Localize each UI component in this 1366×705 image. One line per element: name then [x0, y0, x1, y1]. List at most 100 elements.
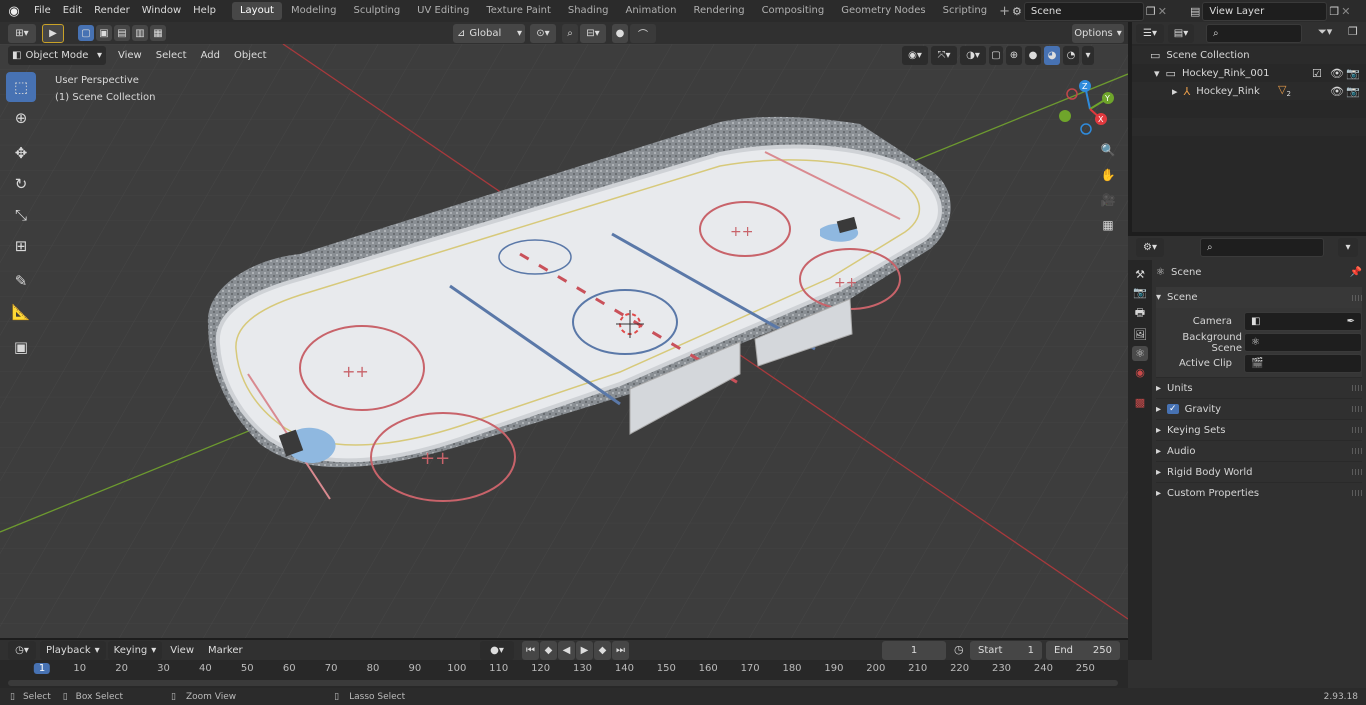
tab-layout[interactable]: Layout: [231, 2, 282, 20]
perspective-toggle-icon[interactable]: ▦: [1097, 215, 1119, 235]
add-workspace-button[interactable]: +: [999, 4, 1010, 19]
tab-geometry-nodes[interactable]: Geometry Nodes: [833, 2, 933, 20]
jump-start-icon[interactable]: ⏮: [522, 641, 539, 660]
eye-icon[interactable]: 👁: [1330, 67, 1344, 80]
subpanel-units[interactable]: ▸ Units: [1156, 377, 1362, 398]
xray-icon[interactable]: ▢: [989, 46, 1003, 65]
timeline-menu-playback[interactable]: Playback ▾: [40, 641, 106, 660]
scale-tool-icon[interactable]: ⤡: [6, 200, 36, 230]
transform-orientation-dropdown[interactable]: ⊿ Global ▾: [453, 24, 525, 43]
timeline-menu-marker[interactable]: Marker: [202, 641, 249, 660]
remove-scene-icon[interactable]: ✕: [1158, 5, 1167, 18]
subpanel-keying-sets[interactable]: ▸ Keying Sets: [1156, 419, 1362, 440]
tab-uv-editing[interactable]: UV Editing: [409, 2, 477, 20]
object-mode-dropdown[interactable]: ◧ Object Mode ▾: [8, 46, 106, 65]
current-frame-field[interactable]: 1: [882, 641, 946, 660]
frame-ruler[interactable]: 1 10 20 30 40 50 60 70 80 90 100 110 120 130 140 150 160…: [0, 660, 1128, 678]
scene-panel-header[interactable]: ▾ Scene: [1156, 287, 1362, 308]
timeline-editor-icon[interactable]: ◷▾: [8, 641, 36, 660]
scene-tab-icon[interactable]: ⚛: [1132, 346, 1148, 361]
viewport-menu-object[interactable]: Object: [228, 46, 273, 65]
timeline-menu-keying[interactable]: Keying ▾: [107, 641, 163, 660]
falloff-icon[interactable]: ⌒: [630, 24, 656, 43]
background-scene-field[interactable]: ⚛: [1244, 333, 1362, 352]
timeline-scrollbar[interactable]: [8, 680, 1118, 686]
camera-view-icon[interactable]: 🎥: [1097, 190, 1119, 210]
extend-selection-icon[interactable]: ▣: [96, 25, 112, 41]
auto-key-icon[interactable]: ●▾: [480, 641, 514, 660]
proportional-edit-icon[interactable]: ●: [612, 24, 628, 43]
tab-scripting[interactable]: Scripting: [935, 2, 995, 20]
3d-viewport[interactable]: ++ ++ ++ ++ User Perspective (1) Scene C…: [0, 44, 1128, 638]
world-tab-icon[interactable]: ◉: [1135, 366, 1145, 379]
pin-icon[interactable]: 📌: [1350, 267, 1362, 278]
outliner-row-hockey-rink[interactable]: ▸ ⅄ Hockey_Rink ▽2 👁 📷: [1132, 82, 1366, 100]
start-frame-field[interactable]: Start 1: [970, 641, 1042, 660]
timeline-menu-view[interactable]: View: [164, 641, 200, 660]
wireframe-shading-icon[interactable]: ⊕: [1006, 46, 1022, 65]
viewport-menu-add[interactable]: Add: [195, 46, 226, 65]
outliner-row-scene-collection[interactable]: ▭ Scene Collection: [1132, 46, 1366, 64]
subpanel-custom-properties[interactable]: ▸ Custom Properties: [1156, 482, 1362, 503]
rendered-shading-icon[interactable]: ◔: [1063, 46, 1079, 65]
overlay-icon[interactable]: ◑▾: [960, 46, 986, 65]
subpanel-gravity[interactable]: ▸ ✓ Gravity: [1156, 398, 1362, 419]
collapse-arrow-icon[interactable]: ▸: [1172, 85, 1178, 98]
properties-search-input[interactable]: ⌕: [1200, 238, 1324, 257]
cursor-tool-icon[interactable]: ⊕: [6, 103, 36, 133]
menu-help[interactable]: Help: [187, 0, 222, 22]
zoom-icon[interactable]: 🔍: [1097, 140, 1119, 160]
tab-sculpting[interactable]: Sculpting: [345, 2, 408, 20]
prev-keyframe-icon[interactable]: ◆: [540, 641, 557, 660]
blender-logo-icon[interactable]: ◉: [0, 4, 28, 19]
scene-selector[interactable]: ⚙ Scene ❐ ✕: [1012, 2, 1167, 21]
display-mode-icon[interactable]: ▤▾: [1168, 24, 1194, 43]
menu-edit[interactable]: Edit: [57, 0, 88, 22]
remove-view-layer-icon[interactable]: ✕: [1341, 5, 1350, 18]
preview-range-icon[interactable]: ◷: [954, 643, 964, 656]
subtract-selection-icon[interactable]: ▤: [114, 25, 130, 41]
select-box-tool-icon[interactable]: ⬚: [6, 72, 36, 102]
viewport-menu-view[interactable]: View: [112, 46, 148, 65]
subpanel-rigid-body-world[interactable]: ▸ Rigid Body World: [1156, 461, 1362, 482]
options-dropdown[interactable]: Options ▾: [1072, 24, 1124, 43]
pivot-point-icon[interactable]: ⊙▾: [530, 24, 556, 43]
render-camera-icon[interactable]: 📷: [1346, 67, 1360, 80]
material-shading-icon[interactable]: ◕: [1044, 46, 1060, 65]
move-tool-icon[interactable]: ✥: [6, 138, 36, 168]
output-tab-icon[interactable]: 🖶: [1135, 304, 1145, 323]
new-selection-icon[interactable]: ▢: [78, 25, 94, 41]
play-icon[interactable]: ▶: [576, 641, 593, 660]
menu-file[interactable]: File: [28, 0, 57, 22]
new-view-layer-icon[interactable]: ❐: [1329, 5, 1339, 18]
jump-end-icon[interactable]: ⏭: [612, 641, 629, 660]
tab-shading[interactable]: Shading: [560, 2, 617, 20]
camera-field[interactable]: ◧ ✒: [1244, 312, 1362, 331]
snap-target-icon[interactable]: ⊟▾: [580, 24, 606, 43]
view-layer-selector[interactable]: ▤ View Layer ❐ ✕: [1190, 2, 1351, 21]
tab-animation[interactable]: Animation: [618, 2, 685, 20]
view-layer-field[interactable]: View Layer: [1202, 2, 1328, 21]
tool-tab-icon[interactable]: ⚒: [1135, 268, 1145, 281]
texture-tab-icon[interactable]: ▩: [1135, 396, 1145, 409]
new-scene-icon[interactable]: ❐: [1146, 5, 1156, 18]
render-tab-icon[interactable]: 📷: [1133, 286, 1147, 299]
end-frame-field[interactable]: End 250: [1046, 641, 1120, 660]
exclude-checkbox-icon[interactable]: ☑: [1312, 67, 1322, 80]
view-layer-tab-icon[interactable]: 🖼: [1133, 328, 1147, 341]
tab-compositing[interactable]: Compositing: [754, 2, 833, 20]
filter-icon[interactable]: ⏷▾: [1318, 25, 1332, 39]
expand-arrow-icon[interactable]: ▾: [1154, 67, 1160, 80]
properties-options-icon[interactable]: ▾: [1338, 238, 1358, 257]
gravity-checkbox-icon[interactable]: ✓: [1167, 404, 1179, 414]
pan-hand-icon[interactable]: ✋: [1097, 165, 1119, 185]
subpanel-audio[interactable]: ▸ Audio: [1156, 440, 1362, 461]
viewport-menu-select[interactable]: Select: [150, 46, 193, 65]
gizmo-icon[interactable]: ⤧▾: [931, 46, 957, 65]
shading-options-icon[interactable]: ▾: [1082, 46, 1094, 65]
timeline-area[interactable]: 1 10 20 30 40 50 60 70 80 90 100 110 120 130 140 150 160…: [0, 660, 1128, 688]
active-clip-field[interactable]: 🎬: [1244, 354, 1362, 373]
solid-shading-icon[interactable]: ●: [1025, 46, 1041, 65]
outliner-editor-icon[interactable]: ☰▾: [1136, 24, 1164, 43]
eyedropper-icon[interactable]: ✒: [1347, 313, 1355, 330]
